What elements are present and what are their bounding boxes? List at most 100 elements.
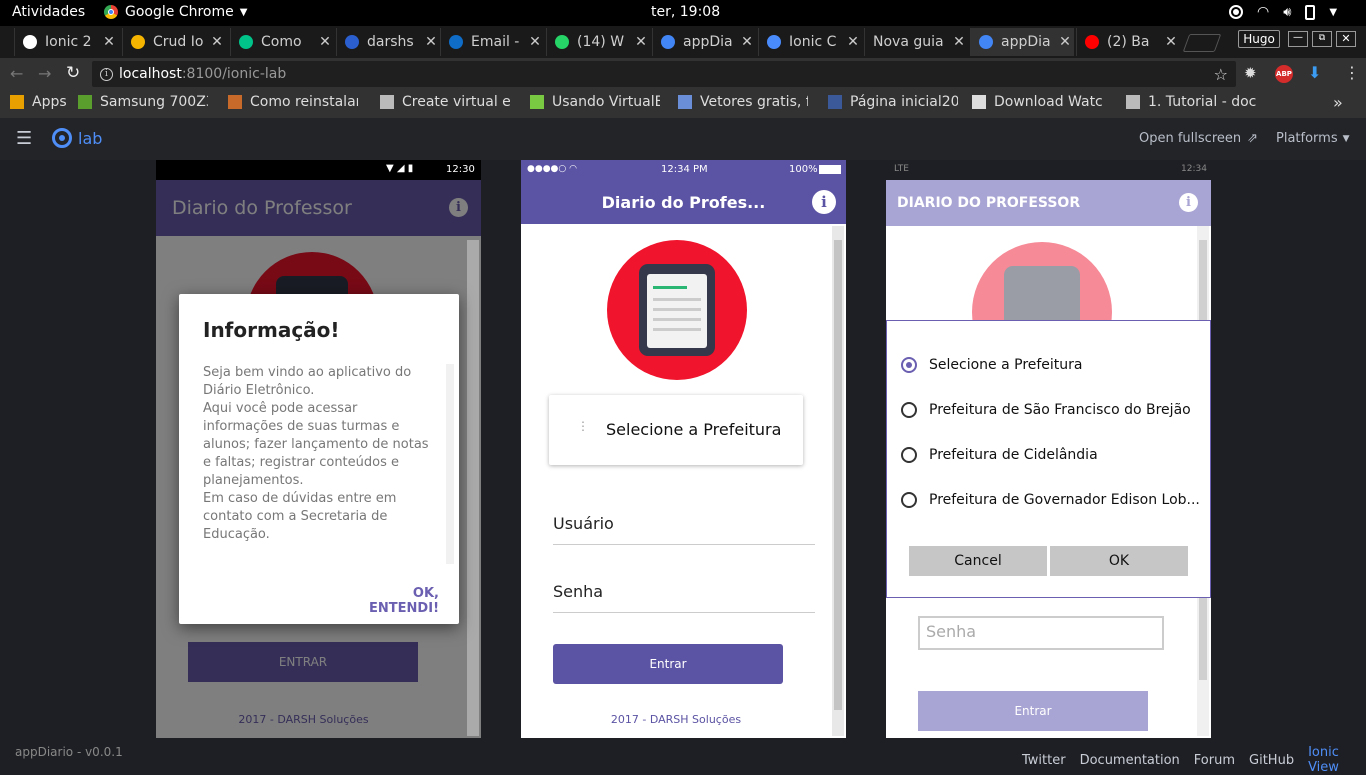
- bookmark-item[interactable]: Usando VirtualEm: [530, 94, 660, 110]
- download-icon[interactable]: ⬇: [1308, 63, 1321, 82]
- ios-login-button[interactable]: Entrar: [553, 644, 783, 684]
- ok-button[interactable]: OK: [1050, 546, 1188, 576]
- bookmark-item[interactable]: Samsung 700Z3A: [78, 94, 208, 110]
- back-icon[interactable]: ←: [10, 64, 23, 83]
- minimize-button[interactable]: —: [1288, 31, 1308, 47]
- tab[interactable]: (2) Ba ✕: [1076, 28, 1180, 56]
- tab[interactable]: Ionic 2 ✕: [14, 28, 118, 56]
- clock[interactable]: ter, 19:08: [651, 4, 720, 20]
- forward-icon[interactable]: →: [38, 64, 51, 83]
- radio-option[interactable]: Selecione a Prefeitura: [901, 357, 1083, 373]
- tab[interactable]: Crud Io ✕: [122, 28, 226, 56]
- ok-entendi-button[interactable]: OK, ENTENDI!: [339, 586, 439, 616]
- tab[interactable]: Nova guia ✕: [864, 28, 968, 56]
- clipboard-icon: [639, 264, 715, 356]
- info-icon[interactable]: i: [1179, 193, 1198, 212]
- app-menu[interactable]: Google Chrome ▼: [104, 4, 247, 20]
- info-icon[interactable]: i: [100, 67, 113, 81]
- open-fullscreen-link[interactable]: Open fullscreen ⇗: [1139, 131, 1258, 146]
- menu-icon[interactable]: ⋮: [1344, 63, 1360, 82]
- user-badge[interactable]: Hugo: [1238, 30, 1280, 48]
- android-scrollbar[interactable]: [467, 240, 479, 736]
- windows-password-input[interactable]: Senha: [918, 616, 1164, 650]
- ionic-lab-logo[interactable]: lab: [52, 128, 102, 148]
- tab[interactable]: appDia ✕: [652, 28, 756, 56]
- footer-link[interactable]: Documentation: [1080, 753, 1180, 768]
- radio-option[interactable]: Prefeitura de São Francisco do Brejão: [901, 402, 1191, 418]
- info-icon[interactable]: i: [812, 190, 836, 214]
- ios-scrollbar[interactable]: [832, 226, 844, 736]
- radio-option[interactable]: Prefeitura de Governador Edison Lob...: [901, 492, 1200, 508]
- reload-icon[interactable]: ↻: [66, 63, 80, 83]
- close-tab-icon[interactable]: ✕: [422, 34, 440, 50]
- alert-title: Informação!: [203, 318, 340, 342]
- bookmark-item[interactable]: Como reinstalar u: [228, 94, 358, 110]
- tab[interactable]: appDia ✕: [970, 28, 1074, 56]
- bookmark-item[interactable]: Download Watch: [972, 94, 1102, 110]
- radio-label: Prefeitura de Governador Edison Lob...: [929, 492, 1200, 508]
- password-placeholder: Senha: [926, 622, 977, 641]
- bookmark-item[interactable]: Apps: [10, 94, 67, 110]
- platforms-dropdown[interactable]: Platforms ▼: [1276, 131, 1350, 146]
- close-tab-icon[interactable]: ✕: [100, 34, 118, 50]
- radio-label: Selecione a Prefeitura: [929, 357, 1083, 373]
- radio-label: Prefeitura de Cidelândia: [929, 447, 1098, 463]
- tab-favicon-icon: [23, 35, 37, 49]
- footer-link[interactable]: Twitter: [1022, 753, 1066, 768]
- footer-link[interactable]: Ionic View: [1308, 745, 1366, 775]
- hamburger-icon[interactable]: ☰: [16, 128, 32, 149]
- alert-scrollbar[interactable]: [446, 364, 454, 564]
- tab[interactable]: Ionic C ✕: [758, 28, 862, 56]
- address-host: localhost: [119, 66, 182, 82]
- close-tab-icon[interactable]: ✕: [316, 34, 334, 50]
- prefeitura-select-dialog: Selecione a Prefeitura Prefeitura de São …: [886, 320, 1211, 598]
- tab-title: Nova guia: [873, 34, 944, 50]
- tab[interactable]: (14) W ✕: [546, 28, 650, 56]
- activities-button[interactable]: Atividades: [12, 4, 85, 20]
- close-tab-icon[interactable]: ✕: [738, 34, 756, 50]
- footer-link[interactable]: Forum: [1194, 753, 1235, 768]
- tab[interactable]: Como ✕: [230, 28, 334, 56]
- close-window-button[interactable]: ✕: [1336, 31, 1356, 47]
- star-icon[interactable]: ☆: [1214, 65, 1228, 84]
- close-tab-icon[interactable]: ✕: [1162, 34, 1180, 50]
- windows-login-button[interactable]: Entrar: [918, 691, 1148, 731]
- radio-button[interactable]: [901, 357, 917, 373]
- close-tab-icon[interactable]: ✕: [950, 34, 968, 50]
- footer-link[interactable]: GitHub: [1249, 753, 1294, 768]
- address-bar[interactable]: i localhost:8100/ionic-lab ☆: [92, 61, 1236, 87]
- bookmark-item[interactable]: Página inicial20+: [828, 94, 958, 110]
- tab[interactable]: darshs ✕: [336, 28, 440, 56]
- apps-grid-icon: [10, 95, 24, 109]
- system-tray[interactable]: ◠ 🔊︎ ▼: [1229, 4, 1337, 20]
- bookmark-item[interactable]: Create virtual env: [380, 94, 510, 110]
- bookmark-label: Vetores gratis, fo: [700, 94, 808, 110]
- close-tab-icon[interactable]: ✕: [526, 34, 544, 50]
- prefeitura-select[interactable]: ⋮ Selecione a Prefeitura: [549, 395, 803, 465]
- cancel-button[interactable]: Cancel: [909, 546, 1047, 576]
- close-tab-icon[interactable]: ✕: [632, 34, 650, 50]
- app-version: appDiario - v0.0.1: [15, 745, 123, 759]
- tab-title: Ionic 2: [45, 34, 92, 50]
- close-tab-icon[interactable]: ✕: [208, 34, 226, 50]
- radio-button[interactable]: [901, 447, 917, 463]
- radio-button[interactable]: [901, 492, 917, 508]
- tab[interactable]: Email - ✕: [440, 28, 544, 56]
- lab-footer: appDiario - v0.0.1 Twitter Documentation F…: [0, 738, 1366, 775]
- radio-button[interactable]: [901, 402, 917, 418]
- bookmark-item[interactable]: Vetores gratis, fo: [678, 94, 808, 110]
- ios-preview: ●●●●○ ◠ 12:34 PM 100% Diario do Profes..…: [521, 160, 846, 738]
- username-field[interactable]: Usuário: [553, 514, 815, 545]
- tab-favicon-icon: [661, 35, 675, 49]
- adblock-icon[interactable]: ABP: [1275, 65, 1293, 83]
- wifi-icon: ◠: [1257, 4, 1270, 20]
- new-tab-button[interactable]: [1182, 34, 1222, 52]
- close-tab-icon[interactable]: ✕: [1056, 34, 1074, 50]
- more-bookmarks-icon[interactable]: »: [1333, 93, 1343, 112]
- close-tab-icon[interactable]: ✕: [844, 34, 862, 50]
- maximize-button[interactable]: ⧉: [1312, 31, 1332, 47]
- bookmark-item[interactable]: 1. Tutorial - docu: [1126, 94, 1256, 110]
- radio-option[interactable]: Prefeitura de Cidelândia: [901, 447, 1098, 463]
- password-field[interactable]: Senha: [553, 582, 815, 613]
- extension-icon[interactable]: ✹: [1244, 64, 1257, 82]
